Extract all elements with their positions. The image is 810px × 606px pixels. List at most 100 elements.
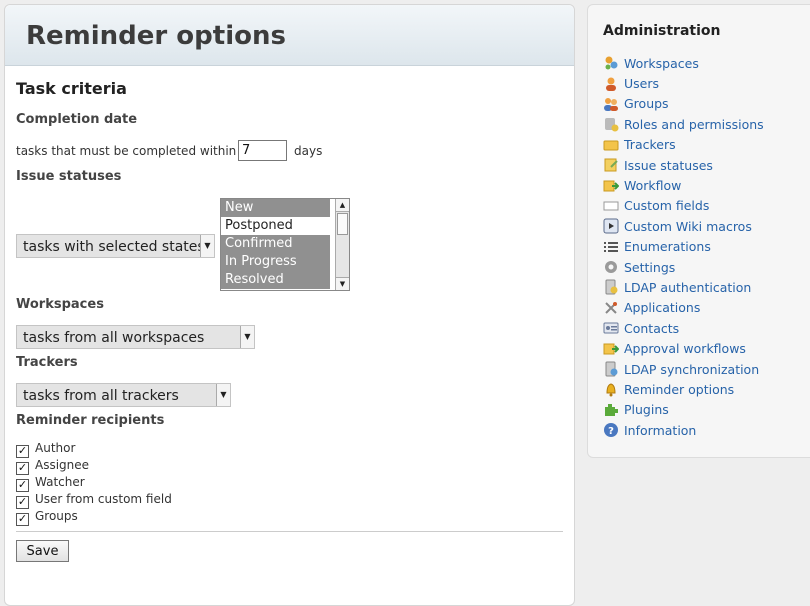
- page-header: Reminder options: [5, 5, 574, 66]
- scroll-thumb[interactable]: [337, 213, 348, 235]
- sidebar-item-ldap-synchronization[interactable]: LDAP synchronization: [603, 359, 764, 379]
- sidebar-item-label: Users: [624, 76, 660, 92]
- recipient-label: Assignee: [35, 458, 90, 472]
- recipient-label: User from custom field: [35, 492, 172, 506]
- status-option[interactable]: Resolved: [221, 271, 330, 289]
- sidebar-item-issue-statuses[interactable]: Issue statuses: [603, 155, 764, 175]
- main-content: Reminder options Task criteria Completio…: [4, 4, 575, 606]
- status-option[interactable]: Postponed: [221, 217, 330, 235]
- sidebar-item-settings[interactable]: Settings: [603, 257, 764, 277]
- completion-date-heading: Completion date: [16, 112, 138, 127]
- status-mode-select[interactable]: tasks with selected states ▼: [16, 234, 215, 258]
- sidebar-nav: Workspaces Users Groups Roles and permissio…: [603, 53, 764, 440]
- checkbox[interactable]: ✓: [16, 462, 29, 475]
- sidebar-item-label: Roles and permissions: [624, 116, 764, 132]
- sidebar-item-label: Reminder options: [624, 381, 735, 397]
- checkbox[interactable]: ✓: [16, 445, 29, 458]
- save-button[interactable]: Save: [16, 540, 69, 562]
- checkbox[interactable]: ✓: [16, 496, 29, 509]
- recipient-option[interactable]: ✓ Author: [16, 441, 76, 458]
- sidebar-item-label: Custom fields: [624, 198, 710, 214]
- scroll-up-icon[interactable]: ▲: [336, 199, 349, 212]
- recipient-label: Author: [35, 441, 76, 455]
- sidebar-item-custom-wiki-macros[interactable]: Custom Wiki macros: [603, 216, 764, 236]
- sidebar-item-label: Contacts: [624, 320, 680, 336]
- scroll-down-icon[interactable]: ▼: [336, 277, 349, 290]
- recipient-option[interactable]: ✓ Groups: [16, 509, 78, 526]
- chevron-down-icon: ▼: [216, 384, 230, 406]
- completion-prefix: tasks that must be completed within: [16, 144, 237, 158]
- gear-icon: [603, 259, 619, 275]
- sidebar-item-applications[interactable]: Applications: [603, 298, 764, 318]
- divider: [16, 531, 563, 532]
- workflow-icon: [603, 178, 619, 194]
- status-option[interactable]: New: [221, 199, 330, 217]
- sidebar-heading: Administration: [603, 23, 721, 39]
- chevron-down-icon: ▼: [200, 235, 214, 257]
- sidebar-item-plugins[interactable]: Plugins: [603, 400, 764, 420]
- plugin-icon: [603, 402, 619, 418]
- completion-suffix: days: [294, 144, 323, 158]
- issue-status-icon: [603, 157, 619, 173]
- sidebar-item-label: Settings: [624, 259, 676, 275]
- checkbox[interactable]: ✓: [16, 513, 29, 526]
- sidebar-item-label: Information: [624, 422, 697, 438]
- sidebar-item-label: Approval workflows: [624, 341, 746, 357]
- checkbox[interactable]: ✓: [16, 479, 29, 492]
- svg-text:?: ?: [608, 426, 614, 437]
- issue-statuses-heading: Issue statuses: [16, 169, 122, 184]
- sidebar-item-workspaces[interactable]: Workspaces: [603, 53, 764, 73]
- sidebar-item-contacts[interactable]: Contacts: [603, 318, 764, 338]
- ldap-sync-icon: [603, 361, 619, 377]
- sidebar-item-ldap-authentication[interactable]: LDAP authentication: [603, 277, 764, 297]
- status-option[interactable]: In Progress: [221, 253, 330, 271]
- sidebar-item-label: LDAP synchronization: [624, 361, 760, 377]
- tracker-icon: [603, 137, 619, 153]
- workspaces-value: tasks from all workspaces: [23, 330, 205, 346]
- sidebar-item-label: Workflow: [624, 178, 682, 194]
- recipient-option[interactable]: ✓ Assignee: [16, 458, 90, 475]
- contacts-icon: [603, 320, 619, 336]
- status-mode-value: tasks with selected states: [23, 239, 205, 255]
- trackers-value: tasks from all trackers: [23, 388, 179, 404]
- days-input[interactable]: [238, 140, 287, 161]
- sidebar-item-information[interactable]: ? Information: [603, 420, 764, 440]
- page-title: Reminder options: [26, 21, 286, 51]
- sidebar-item-roles-and-permissions[interactable]: Roles and permissions: [603, 114, 764, 134]
- sidebar-item-workflow[interactable]: Workflow: [603, 175, 764, 195]
- info-icon: ?: [603, 422, 619, 438]
- sidebar-item-enumerations[interactable]: Enumerations: [603, 237, 764, 257]
- sidebar-item-label: Issue statuses: [624, 157, 713, 173]
- sidebar-item-reminder-options[interactable]: Reminder options: [603, 379, 764, 399]
- bell-icon: [603, 381, 619, 397]
- workspaces-heading: Workspaces: [16, 297, 104, 312]
- user-icon: [603, 76, 619, 92]
- trackers-select[interactable]: tasks from all trackers ▼: [16, 383, 231, 407]
- sidebar-item-label: Groups: [624, 96, 669, 112]
- recipient-label: Groups: [35, 509, 78, 523]
- recipient-option[interactable]: ✓ User from custom field: [16, 492, 172, 509]
- sidebar-item-users[interactable]: Users: [603, 73, 764, 93]
- sidebar-item-label: Plugins: [624, 402, 669, 418]
- sidebar: Administration Workspaces Users Groups Role…: [587, 4, 810, 458]
- trackers-heading: Trackers: [16, 355, 78, 370]
- workspaces-select[interactable]: tasks from all workspaces ▼: [16, 325, 255, 349]
- sidebar-item-label: Workspaces: [624, 55, 699, 71]
- workspaces-icon: [603, 55, 619, 71]
- recipient-option[interactable]: ✓ Watcher: [16, 475, 85, 492]
- sidebar-item-custom-fields[interactable]: Custom fields: [603, 196, 764, 216]
- recipient-label: Watcher: [35, 475, 85, 489]
- sidebar-item-label: Trackers: [624, 137, 676, 153]
- sidebar-item-approval-workflows[interactable]: Approval workflows: [603, 338, 764, 358]
- status-option[interactable]: Confirmed: [221, 235, 330, 253]
- sidebar-item-trackers[interactable]: Trackers: [603, 135, 764, 155]
- list-icon: [603, 239, 619, 255]
- listbox-scrollbar[interactable]: ▲ ▼: [335, 199, 349, 290]
- sidebar-item-label: Enumerations: [624, 239, 711, 255]
- status-listbox[interactable]: New Postponed Confirmed In Progress Resolved…: [220, 198, 350, 291]
- sidebar-item-label: LDAP authentication: [624, 279, 752, 295]
- task-criteria-heading: Task criteria: [16, 79, 127, 98]
- sidebar-item-groups[interactable]: Groups: [603, 94, 764, 114]
- recipients-heading: Reminder recipients: [16, 413, 165, 428]
- chevron-down-icon: ▼: [240, 326, 254, 348]
